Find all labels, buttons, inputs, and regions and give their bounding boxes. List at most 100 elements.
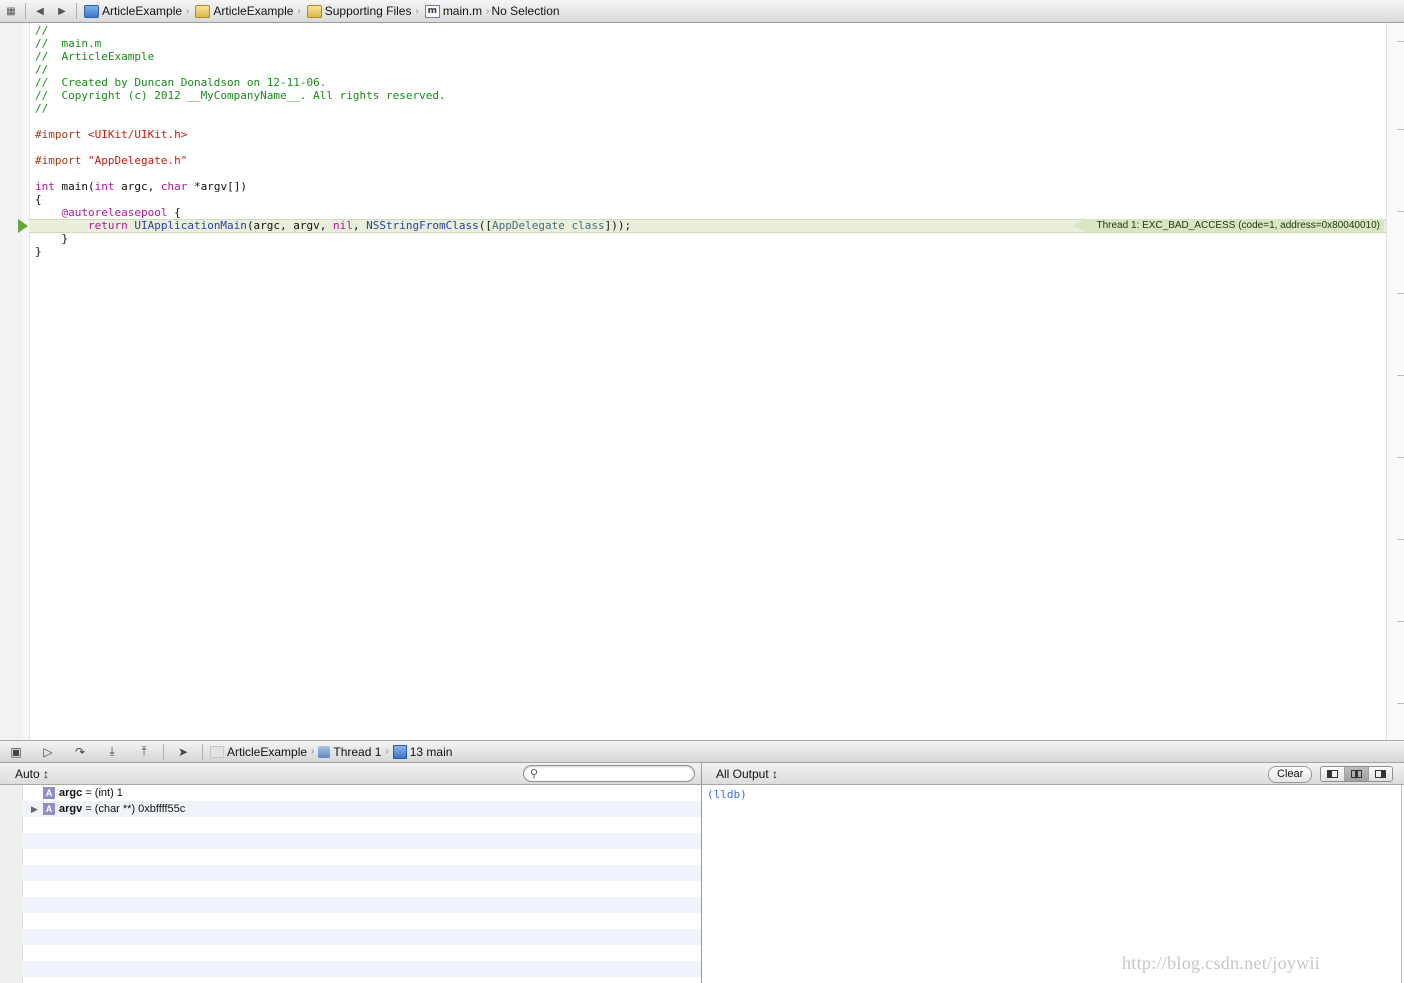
empty-row [22, 961, 701, 977]
code-line: #import <UIKit/UIKit.h> [35, 128, 188, 141]
continue-icon: ▷ [43, 744, 53, 759]
lldb-prompt: (lldb) [707, 788, 747, 801]
code-line: // [35, 24, 49, 37]
chevron-right-icon: › [297, 5, 301, 17]
breadcrumb-group-supporting-files[interactable]: Supporting Files › [303, 0, 421, 22]
empty-row [22, 881, 701, 897]
thread-icon [318, 745, 331, 758]
code-line: @autoreleasepool { [35, 206, 181, 219]
code-line: } [35, 245, 42, 258]
show-console-button[interactable] [1368, 767, 1392, 781]
code-line: // ArticleExample [35, 50, 155, 63]
step-into-icon: ⤓ [109, 744, 115, 758]
separator [202, 743, 203, 760]
variable-name: argc [59, 787, 83, 799]
hide-panel-icon: ▣ [10, 744, 22, 759]
code-line: } [35, 232, 69, 245]
scroll-marker [1397, 621, 1404, 622]
search-icon: ⚲ [530, 768, 539, 780]
argument-badge-icon: A [43, 787, 55, 799]
debug-crumb-frame[interactable]: 13 main [392, 744, 452, 759]
step-into-button[interactable]: ⤓ [96, 741, 128, 763]
debug-bar: ▣ ▷ ↷ ⤓ ⤒ ➤ ArticleExample › Thread 1 › … [0, 740, 1404, 763]
watermark: http://blog.csdn.net/joywii [1122, 953, 1321, 973]
step-over-button[interactable]: ↷ [64, 741, 96, 763]
source-editor[interactable]: Thread 1: EXC_BAD_ACCESS (code=1, addres… [0, 23, 1404, 740]
editor-scrollbar[interactable] [1386, 23, 1404, 740]
empty-row [22, 945, 701, 961]
continue-button[interactable]: ▷ [32, 741, 64, 763]
stack-frame-icon [392, 744, 407, 759]
hide-debug-area-button[interactable]: ▣ [0, 741, 32, 763]
debug-crumb-thread[interactable]: Thread 1 › [318, 745, 392, 759]
empty-row [22, 913, 701, 929]
code-line: // [35, 63, 49, 76]
variable-value: = (char **) 0xbffff55c [82, 803, 186, 815]
clear-console-button[interactable]: Clear [1268, 766, 1313, 783]
scroll-marker [1397, 539, 1404, 540]
code-line: // main.m [35, 37, 102, 50]
separator [163, 743, 164, 760]
variables-view[interactable]: A argc = (int) 1 ▶ A argv = (char **) 0x… [0, 785, 701, 983]
scroll-marker [1397, 293, 1404, 294]
breadcrumb-group-articleexample[interactable]: ArticleExample › [191, 0, 302, 22]
chevron-right-icon: › [415, 5, 419, 17]
variables-search-input[interactable] [542, 767, 691, 781]
scroll-marker [1397, 41, 1404, 42]
code-line: // [35, 102, 49, 115]
console-header: All Output ↕ Clear [702, 763, 1404, 785]
simulate-location-button[interactable]: ➤ [167, 741, 199, 763]
folder-icon [306, 4, 322, 18]
debug-crumb-process[interactable]: ArticleExample › [206, 745, 318, 759]
code-folding-ribbon[interactable] [22, 23, 30, 740]
empty-row [22, 817, 701, 833]
back-button[interactable]: ◀ [29, 0, 51, 22]
debug-layout-control[interactable] [1320, 766, 1393, 782]
step-out-button[interactable]: ⤒ [128, 741, 160, 763]
instruction-pointer-icon[interactable] [18, 219, 28, 233]
step-over-icon: ↷ [74, 744, 86, 759]
show-variables-button[interactable] [1321, 767, 1344, 781]
app-icon [210, 745, 224, 758]
variable-name: argv [59, 803, 83, 815]
line-gutter[interactable] [0, 23, 23, 740]
jump-bar: ▦ ◀ ▶ ArticleExample › ArticleExample › … [0, 0, 1404, 23]
variable-row-argc[interactable]: A argc = (int) 1 [22, 785, 701, 801]
forward-arrow-icon: ▶ [58, 5, 66, 17]
scroll-marker [1397, 457, 1404, 458]
scroll-marker [1397, 703, 1404, 704]
output-filter-popup[interactable]: All Output ↕ [716, 767, 778, 781]
breadcrumb-project[interactable]: ArticleExample › [80, 0, 191, 22]
breadcrumb-selection[interactable]: No Selection [492, 0, 560, 22]
variables-view-header: Auto ↕ ⚲ [0, 763, 701, 785]
code-line: // Created by Duncan Donaldson on 12-11-… [35, 76, 327, 89]
empty-row [22, 833, 701, 849]
breadcrumb-file-main[interactable]: m main.m › [421, 0, 492, 22]
code-line: int main(int argc, char *argv[]) [35, 180, 247, 193]
location-arrow-icon: ➤ [177, 744, 189, 759]
variables-scope-popup[interactable]: Auto ↕ [15, 767, 49, 781]
disclosure-triangle-icon[interactable]: ▶ [31, 801, 38, 817]
back-arrow-icon: ◀ [36, 5, 44, 17]
split-pane-icon [1351, 770, 1362, 778]
variable-row-argv[interactable]: ▶ A argv = (char **) 0xbffff55c [22, 801, 701, 817]
forward-button[interactable]: ▶ [51, 0, 73, 22]
code-line: #import "AppDelegate.h" [35, 154, 188, 167]
code-text[interactable]: // // main.m // ArticleExample // // Cre… [35, 24, 1386, 258]
empty-row [22, 897, 701, 913]
separator [25, 3, 26, 19]
chevron-right-icon: › [486, 5, 490, 17]
related-items-button[interactable]: ▦ [0, 0, 22, 22]
variables-search-field[interactable]: ⚲ [523, 765, 695, 782]
empty-row [22, 929, 701, 945]
folder-icon [195, 4, 211, 18]
show-both-button[interactable] [1344, 767, 1368, 781]
argument-badge-icon: A [43, 803, 55, 815]
empty-row [22, 849, 701, 865]
code-line: // Copyright (c) 2012 __MyCompanyName__.… [35, 89, 446, 102]
scroll-marker [1397, 129, 1404, 130]
grid-icon: ▦ [6, 5, 16, 17]
